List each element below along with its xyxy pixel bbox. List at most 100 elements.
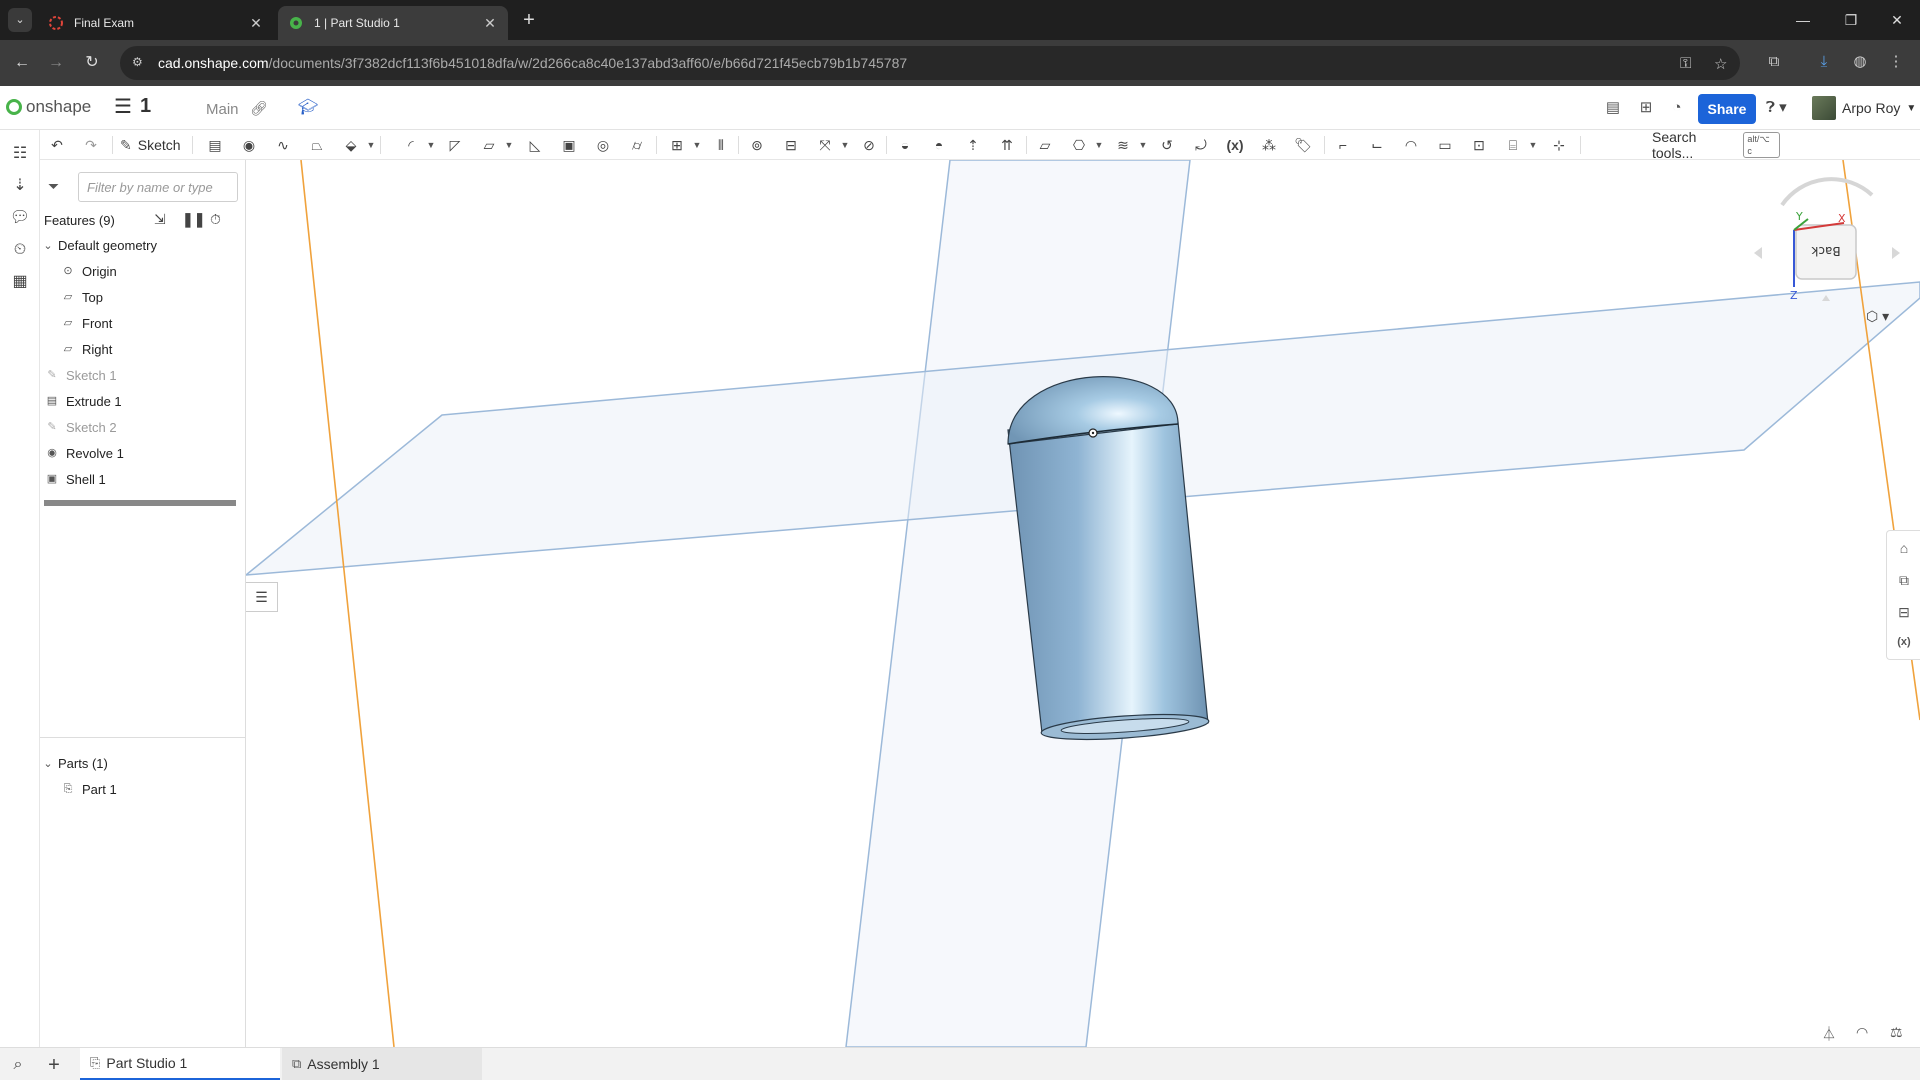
- restore-icon[interactable]: ❐: [1828, 0, 1874, 40]
- section-view-icon[interactable]: ⏃: [1822, 1024, 1836, 1044]
- draft-icon[interactable]: ⏥: [478, 134, 500, 156]
- chevron-down-icon[interactable]: ⌄: [40, 757, 56, 770]
- flat-view-icon[interactable]: ⊡: [1468, 134, 1490, 156]
- minimize-icon[interactable]: —: [1780, 0, 1826, 40]
- tree-item-revolve-1[interactable]: ◉ Revolve 1: [44, 440, 249, 466]
- add-custom-feature-icon[interactable]: ⊹: [1548, 134, 1570, 156]
- tree-default-geometry[interactable]: ⌄ Default geometry: [40, 232, 245, 258]
- redo-icon[interactable]: ↷: [80, 134, 102, 156]
- profile-icon[interactable]: ◍: [1848, 50, 1872, 74]
- delete-face-icon[interactable]: ◓: [928, 134, 950, 156]
- bend-icon[interactable]: ◠: [1400, 134, 1422, 156]
- composite-part-icon[interactable]: ⁂: [1258, 134, 1280, 156]
- roll-to-end-icon[interactable]: ⇲: [154, 211, 166, 228]
- learning-center-icon[interactable]: ◔: [1667, 98, 1687, 118]
- chevron-down-icon[interactable]: ▼: [504, 134, 514, 156]
- tree-item-extrude-1[interactable]: ▤ Extrude 1: [44, 388, 249, 414]
- chevron-down-icon[interactable]: ▼: [1138, 134, 1148, 156]
- extensions-icon[interactable]: ⧉: [1762, 50, 1786, 74]
- tree-item-shell-1[interactable]: ▣ Shell 1: [44, 466, 249, 492]
- share-button[interactable]: Share: [1698, 94, 1756, 124]
- split-icon[interactable]: ⊟: [780, 134, 802, 156]
- close-tab-icon[interactable]: ✕: [482, 15, 498, 32]
- rollback-bar[interactable]: [44, 500, 236, 506]
- rotate-down-icon[interactable]: [1822, 295, 1830, 301]
- forward-icon[interactable]: →: [44, 51, 68, 75]
- link-icon[interactable]: 🔗︎: [250, 100, 268, 117]
- comments-icon[interactable]: 💬︎: [8, 206, 32, 230]
- tab-part-studio-1[interactable]: ⎘ Part Studio 1: [80, 1048, 280, 1080]
- chevron-down-icon[interactable]: ▼: [1528, 134, 1538, 156]
- tree-parts-header[interactable]: ⌄ Parts (1): [40, 750, 245, 776]
- cylinder-icon[interactable]: ⌭: [626, 134, 648, 156]
- boolean-icon[interactable]: ⊚: [746, 134, 768, 156]
- mirror-icon[interactable]: ⫴: [710, 134, 732, 156]
- tab-list-button[interactable]: ⌄: [8, 8, 32, 32]
- mate-connector-icon[interactable]: ⎔: [1068, 134, 1090, 156]
- rotate-arc-icon[interactable]: [1780, 177, 1874, 207]
- configuration-panel-icon[interactable]: ⧉: [1893, 569, 1915, 591]
- rib-icon[interactable]: ◺: [524, 134, 546, 156]
- mass-properties-icon[interactable]: ⊟: [1893, 601, 1915, 623]
- filter-icon[interactable]: ⏷: [48, 178, 59, 195]
- move-face-icon[interactable]: ⇡: [962, 134, 984, 156]
- variable-icon[interactable]: (x): [1224, 134, 1246, 156]
- bill-of-materials-icon[interactable]: ▦: [8, 270, 32, 294]
- sketch-button[interactable]: ✎ Sketch: [120, 134, 181, 156]
- thicken-icon[interactable]: ⬙: [340, 134, 362, 156]
- pause-icon[interactable]: ❚❚: [182, 211, 205, 228]
- browser-menu-icon[interactable]: ⋮: [1884, 50, 1908, 74]
- measure-icon[interactable]: ⚖: [1890, 1024, 1903, 1041]
- document-name[interactable]: 1: [140, 95, 151, 118]
- wrap-icon[interactable]: ⤾: [1190, 134, 1212, 156]
- modify-fillet-icon[interactable]: ◒: [894, 134, 916, 156]
- tree-item-front[interactable]: ▱ Front: [60, 310, 265, 336]
- search-elements-icon[interactable]: ⌕: [8, 1055, 28, 1075]
- tag-icon[interactable]: 🏷︎: [1292, 134, 1314, 156]
- chevron-down-icon[interactable]: ▼: [692, 134, 702, 156]
- frame-icon[interactable]: ⌸: [1502, 134, 1524, 156]
- pattern-icon[interactable]: ⊞: [666, 134, 688, 156]
- tree-item-sketch-2[interactable]: ✎ Sketch 2: [44, 414, 249, 440]
- extrude-icon[interactable]: ▤: [204, 134, 226, 156]
- delete-part-icon[interactable]: ⊘: [858, 134, 880, 156]
- appearance-panel-icon[interactable]: ⌂: [1893, 537, 1915, 559]
- hamburger-menu-icon[interactable]: ☰: [114, 97, 132, 117]
- tree-item-top[interactable]: ▱ Top: [60, 284, 265, 310]
- address-bar[interactable]: ⚙ cad.onshape.com/documents/3f7382dcf113…: [120, 46, 1740, 80]
- chamfer-icon[interactable]: ◸: [444, 134, 466, 156]
- plane-icon[interactable]: ▱: [1034, 134, 1056, 156]
- search-tools-button[interactable]: Search tools... alt/⌥ c: [1652, 129, 1780, 161]
- view-options-dropdown[interactable]: ⬡ ▾: [1866, 308, 1889, 325]
- part-1-body[interactable]: [1007, 376, 1210, 744]
- insert-icon[interactable]: ⇣: [8, 174, 32, 198]
- chevron-down-icon[interactable]: ▼: [1094, 134, 1104, 156]
- app-store-icon[interactable]: ⊞: [1636, 98, 1656, 118]
- flange-icon[interactable]: ⌙: [1366, 134, 1388, 156]
- parts-divider[interactable]: [40, 737, 245, 738]
- model-canvas[interactable]: [246, 160, 1920, 1047]
- chevron-down-icon[interactable]: ▼: [840, 134, 850, 156]
- helix-icon[interactable]: ↺: [1156, 134, 1178, 156]
- sheet-metal-icon[interactable]: ⌐: [1332, 134, 1354, 156]
- variables-panel-icon[interactable]: (x): [1893, 631, 1915, 653]
- browser-tab-part-studio[interactable]: 1 | Part Studio 1 ✕: [278, 6, 508, 40]
- feature-list-toggle-icon[interactable]: ☰: [246, 582, 278, 612]
- chevron-down-icon[interactable]: ⌄: [40, 239, 56, 252]
- back-icon[interactable]: ←: [10, 51, 34, 75]
- chevron-down-icon[interactable]: ▼: [366, 134, 376, 156]
- loft-icon[interactable]: ⏢: [306, 134, 328, 156]
- replace-face-icon[interactable]: ⇈: [996, 134, 1018, 156]
- tree-item-origin[interactable]: ⊙ Origin: [60, 258, 265, 284]
- view-cube-face-label[interactable]: Back: [1811, 244, 1840, 258]
- tree-item-right[interactable]: ▱ Right: [60, 336, 265, 362]
- revolve-icon[interactable]: ◉: [238, 134, 260, 156]
- tree-item-sketch-1[interactable]: ✎ Sketch 1: [44, 362, 249, 388]
- download-icon[interactable]: ⤓: [1812, 50, 1836, 74]
- transform-icon[interactable]: ⤧: [814, 134, 836, 156]
- feature-list-icon[interactable]: ☷: [8, 142, 32, 166]
- timer-icon[interactable]: ⏱: [210, 211, 221, 228]
- rotate-right-icon[interactable]: [1892, 247, 1900, 259]
- window-close-icon[interactable]: ✕: [1874, 0, 1920, 40]
- tree-item-part-1[interactable]: ⎘ Part 1: [60, 776, 265, 802]
